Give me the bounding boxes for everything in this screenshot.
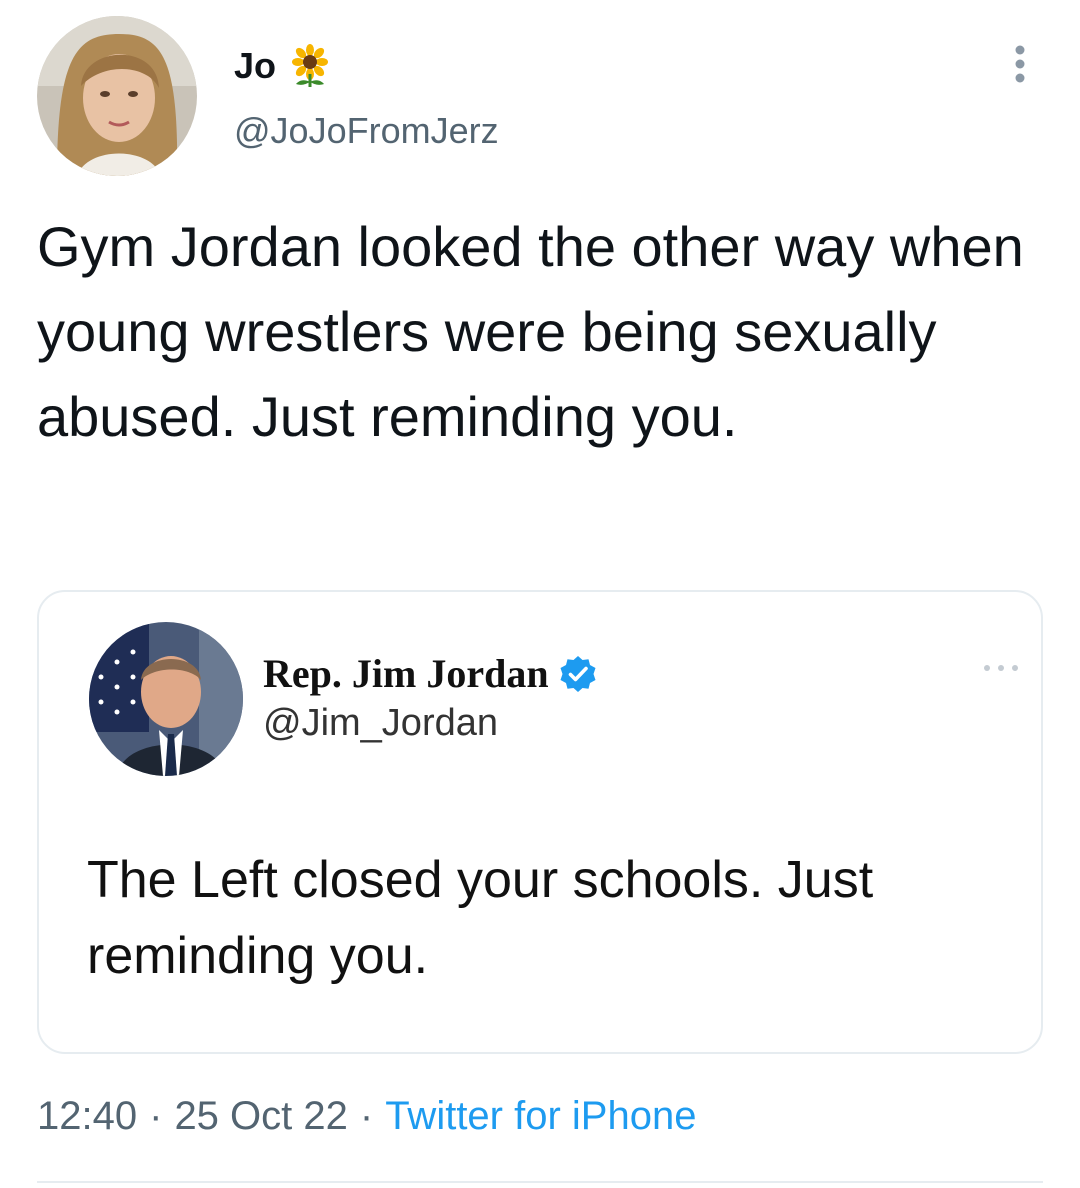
quoted-author-avatar[interactable]	[89, 622, 243, 776]
quoted-author-name[interactable]: Rep. Jim Jordan	[263, 650, 549, 697]
sunflower-icon	[292, 44, 329, 87]
more-options-icon[interactable]	[1007, 44, 1033, 84]
tweet-time[interactable]: 12:40	[37, 1094, 137, 1138]
quoted-tweet-card[interactable]: Rep. Jim Jordan @Jim_Jordan The Left clo…	[37, 590, 1043, 1054]
meta-separator: ·	[149, 1094, 163, 1138]
author-handle[interactable]: @JoJoFromJerz	[234, 110, 499, 152]
tweet-date[interactable]: 25 Oct 22	[174, 1094, 347, 1138]
quoted-avatar-photo	[89, 622, 243, 776]
divider	[37, 1181, 1043, 1183]
author-name-row[interactable]: Jo	[234, 44, 332, 88]
quoted-more-options-icon[interactable]	[979, 662, 1023, 674]
author-name[interactable]: Jo	[234, 45, 276, 87]
author-avatar[interactable]	[37, 16, 197, 176]
tweet-text: Gym Jordan looked the other way when you…	[37, 215, 1024, 448]
quoted-tweet-text: The Left closed your schools. Just remin…	[87, 851, 874, 985]
tweet-source-link[interactable]: Twitter for iPhone	[385, 1094, 696, 1138]
quoted-author-name-row[interactable]: Rep. Jim Jordan	[263, 650, 597, 697]
avatar-photo	[37, 16, 197, 176]
tweet-meta: 12:40 · 25 Oct 22 · Twitter for iPhone	[37, 1094, 696, 1139]
quoted-author-handle[interactable]: @Jim_Jordan	[263, 702, 498, 745]
verified-badge-icon	[560, 655, 596, 692]
meta-separator: ·	[359, 1094, 374, 1138]
